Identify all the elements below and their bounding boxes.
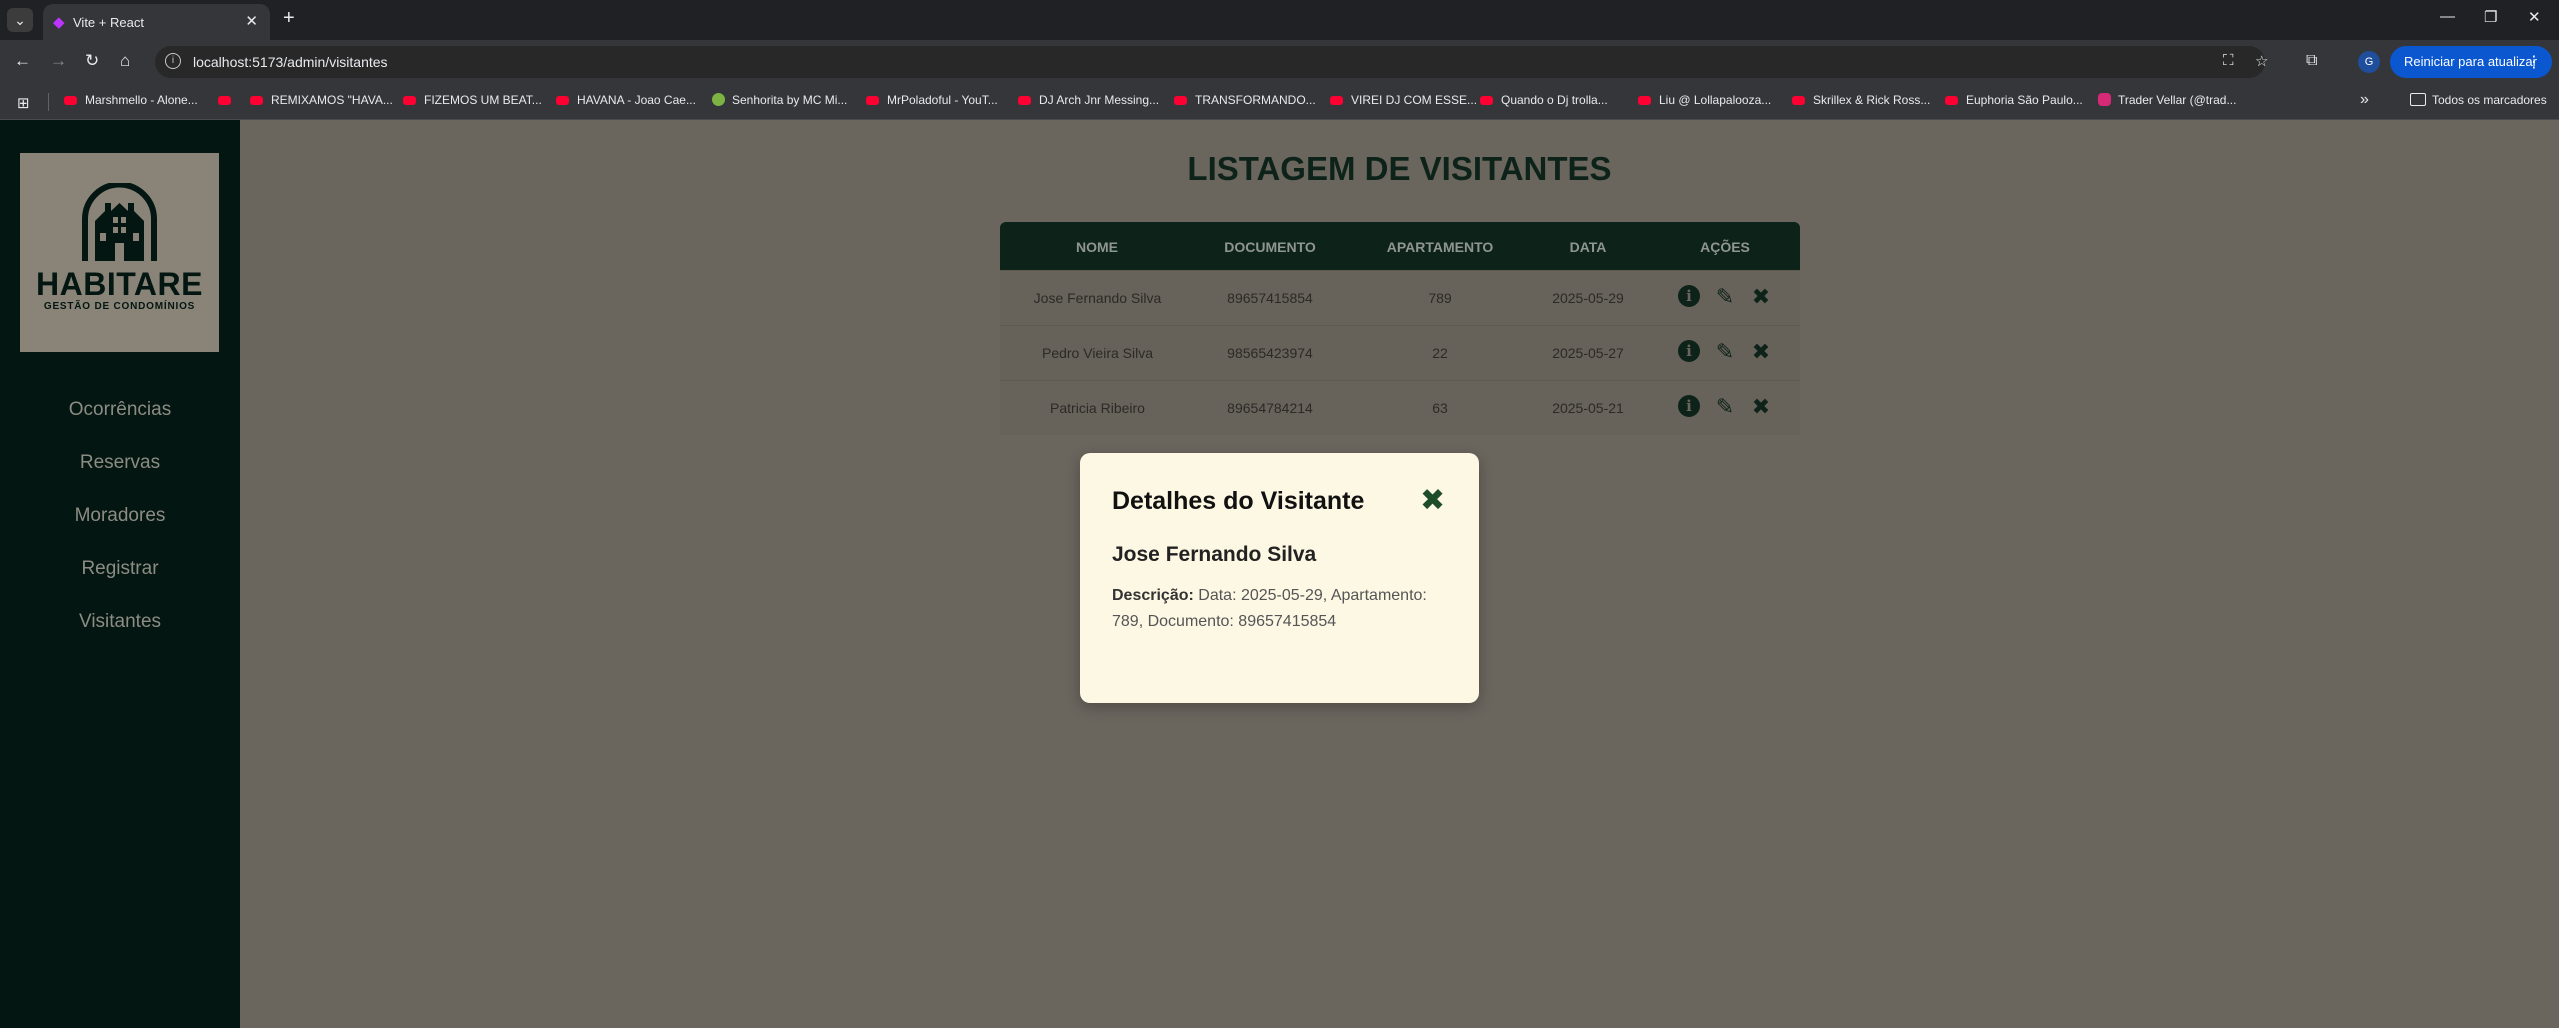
youtube-icon <box>250 96 263 105</box>
globe-icon <box>712 93 725 106</box>
visitor-description: Descrição: Data: 2025-05-29, Apartamento… <box>1112 583 1452 635</box>
bookmark-item[interactable]: Euphoria São Paulo... <box>1945 93 2083 107</box>
close-icon[interactable]: ✖ <box>1420 483 1445 518</box>
close-window-icon[interactable]: ✕ <box>2528 8 2541 26</box>
bookmark-item[interactable]: VIREI DJ COM ESSE... <box>1330 93 1477 107</box>
restore-icon[interactable]: ❐ <box>2484 8 2497 26</box>
url-text[interactable]: localhost:5173/admin/visitantes <box>193 54 388 70</box>
chevron-down-icon: ⌄ <box>14 11 26 28</box>
bookmark-label: VIREI DJ COM ESSE... <box>1351 93 1478 107</box>
logo-name: HABITARE <box>36 266 203 302</box>
apps-grid-icon[interactable]: ⊞ <box>17 94 30 112</box>
menu-ocorrencias[interactable]: Ocorrências <box>0 399 240 421</box>
bookmark-item[interactable]: Senhorita by MC Mi... <box>712 93 847 107</box>
bookmark-item[interactable]: DJ Arch Jnr Messing... <box>1018 93 1159 107</box>
minimize-icon[interactable]: — <box>2440 8 2455 25</box>
bookmark-label: Quando o Dj trolla... <box>1501 93 1608 107</box>
youtube-icon <box>218 96 231 105</box>
bookmark-item[interactable]: Quando o Dj trolla... <box>1480 93 1608 107</box>
bookmark-label: Trader Vellar (@trad... <box>2118 93 2237 107</box>
bookmark-item[interactable]: MrPoladoful - YouT... <box>866 93 998 107</box>
app-root: HABITARE GESTÃO DE CONDOMÍNIOS Ocorrênci… <box>0 120 2559 1028</box>
bookmark-label: Senhorita by MC Mi... <box>732 93 848 107</box>
description-label: Descrição: <box>1112 587 1194 604</box>
close-tab-icon[interactable]: ✕ <box>245 12 258 30</box>
more-menu-icon[interactable]: ⋮ <box>2526 52 2542 72</box>
youtube-icon <box>1945 96 1958 105</box>
sidebar: HABITARE GESTÃO DE CONDOMÍNIOS Ocorrênci… <box>0 120 240 1028</box>
bookmark-label: HAVANA - Joao Cae... <box>577 93 696 107</box>
all-bookmarks-label: Todos os marcadores <box>2432 93 2547 107</box>
bookmark-label: MrPoladoful - YouT... <box>887 93 998 107</box>
bookmark-item[interactable]: HAVANA - Joao Cae... <box>556 93 696 107</box>
bookmark-label: Liu @ Lollapalooza... <box>1659 93 1772 107</box>
main-content: LISTAGEM DE VISITANTES NOME DOCUMENTO AP… <box>240 120 2559 1028</box>
bookmark-label: Skrillex & Rick Ross... <box>1813 93 1931 107</box>
bookmark-item[interactable] <box>218 93 239 107</box>
bookmark-label: Marshmello - Alone... <box>85 93 198 107</box>
youtube-icon <box>1174 96 1187 105</box>
bookmark-label: FIZEMOS UM BEAT... <box>424 93 542 107</box>
bookmark-label: REMIXAMOS "HAVA... <box>271 93 393 107</box>
menu-visitantes[interactable]: Visitantes <box>0 611 240 633</box>
bookmark-item[interactable]: FIZEMOS UM BEAT... <box>403 93 542 107</box>
more-bookmarks-icon[interactable]: » <box>2360 91 2369 109</box>
modal-overlay[interactable]: Detalhes do Visitante ✖ Jose Fernando Si… <box>240 120 2559 1028</box>
bookmark-item[interactable]: Trader Vellar (@trad... <box>2098 93 2236 107</box>
youtube-icon <box>1792 96 1805 105</box>
youtube-icon <box>556 96 569 105</box>
folder-icon <box>2410 93 2426 106</box>
translate-icon[interactable]: ⛶ <box>2223 52 2234 69</box>
bookmark-item[interactable]: Liu @ Lollapalooza... <box>1638 93 1771 107</box>
bookmark-item[interactable]: REMIXAMOS "HAVA... <box>250 93 393 107</box>
bookmark-item[interactable]: Marshmello - Alone... <box>64 93 198 107</box>
modal-title: Detalhes do Visitante <box>1112 487 1365 515</box>
bookmark-label: TRANSFORMANDO... <box>1195 93 1316 107</box>
update-button-label: Reiniciar para atualizar <box>2404 54 2537 69</box>
tab-title: Vite + React <box>73 15 144 30</box>
menu-registrar[interactable]: Registrar <box>0 558 240 580</box>
tab-search-button[interactable]: ⌄ <box>7 8 33 32</box>
vite-favicon-icon: ◆ <box>53 14 65 31</box>
browser-toolbar: ← → ↻ ⌂ i localhost:5173/admin/visitante… <box>0 40 2559 85</box>
logo[interactable]: HABITARE GESTÃO DE CONDOMÍNIOS <box>20 153 219 352</box>
instagram-icon <box>2098 93 2111 106</box>
address-bar[interactable]: i localhost:5173/admin/visitantes ⛶ ☆ <box>155 46 2268 78</box>
forward-icon[interactable]: → <box>50 51 67 71</box>
reload-icon[interactable]: ↻ <box>85 51 99 71</box>
bookmark-item[interactable]: Skrillex & Rick Ross... <box>1792 93 1930 107</box>
bookmarks-bar: ⊞ Marshmello - Alone... REMIXAMOS "HAVA..… <box>0 85 2559 120</box>
site-info-icon[interactable]: i <box>165 53 181 69</box>
extensions-icon[interactable]: ⧉ <box>2306 52 2317 70</box>
browser-titlebar: ⌄ ◆ Vite + React ✕ + — ❐ ✕ <box>0 0 2559 40</box>
browser-tab[interactable]: ◆ Vite + React ✕ <box>43 4 270 40</box>
bookmark-star-icon[interactable]: ☆ <box>2255 52 2268 70</box>
bookmark-label: Euphoria São Paulo... <box>1966 93 2083 107</box>
home-icon[interactable]: ⌂ <box>120 51 130 71</box>
building-logo-icon <box>82 183 157 261</box>
profile-avatar[interactable]: G <box>2358 51 2380 73</box>
youtube-icon <box>1330 96 1343 105</box>
menu-reservas[interactable]: Reservas <box>0 452 240 474</box>
youtube-icon <box>64 96 77 105</box>
visitor-details-modal: Detalhes do Visitante ✖ Jose Fernando Si… <box>1080 453 1479 703</box>
bookmark-label: DJ Arch Jnr Messing... <box>1039 93 1160 107</box>
back-icon[interactable]: ← <box>14 51 31 71</box>
menu-moradores[interactable]: Moradores <box>0 505 240 527</box>
youtube-icon <box>1480 96 1493 105</box>
bookmark-item[interactable]: TRANSFORMANDO... <box>1174 93 1316 107</box>
youtube-icon <box>1018 96 1031 105</box>
new-tab-icon[interactable]: + <box>283 7 295 30</box>
all-bookmarks-folder[interactable]: Todos os marcadores <box>2410 93 2547 107</box>
bookmark-separator <box>48 93 49 111</box>
youtube-icon <box>866 96 879 105</box>
update-button[interactable]: Reiniciar para atualizar ⋮ <box>2390 46 2552 78</box>
youtube-icon <box>1638 96 1651 105</box>
logo-subtitle: GESTÃO DE CONDOMÍNIOS <box>43 301 196 312</box>
visitor-name: Jose Fernando Silva <box>1112 543 1317 566</box>
youtube-icon <box>403 96 416 105</box>
